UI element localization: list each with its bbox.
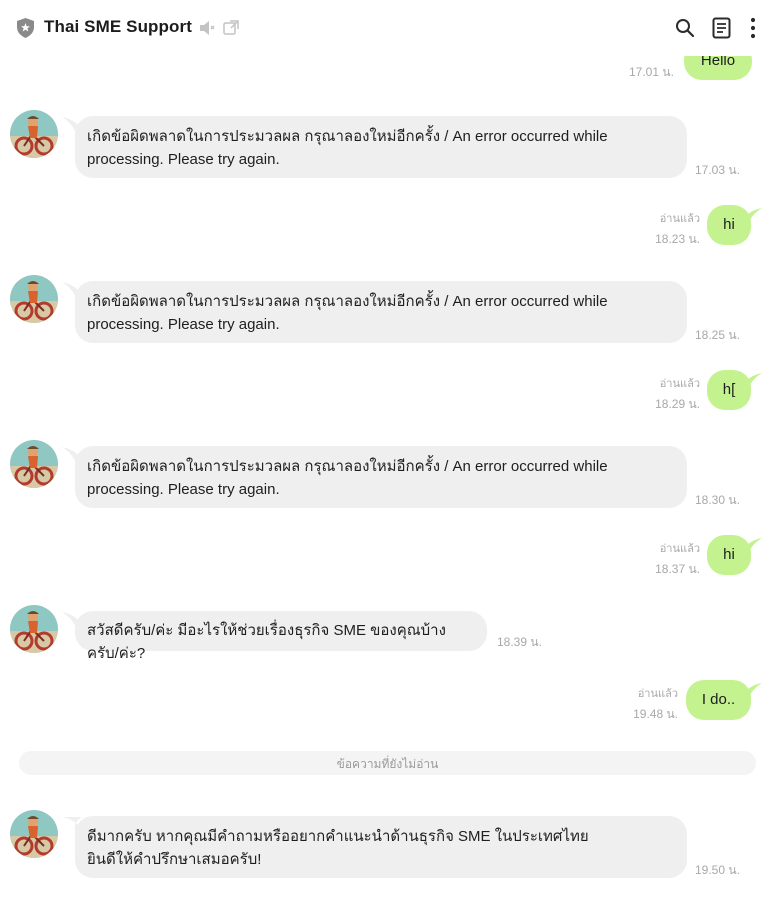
read-status: อ่านแล้ว [659,378,700,390]
chat-area: Hello 17.01 น. เกิดข้อผิดพลาดในการประมวล… [0,0,762,899]
message-text: สวัสดีครับ/ค่ะ มีอะไรให้ช่วยเรื่องธุรกิจ… [87,622,446,662]
read-status: อ่านแล้ว [659,543,700,555]
notes-icon[interactable] [712,17,731,39]
avatar[interactable] [10,440,58,488]
avatar-image [10,605,58,653]
unread-divider: ข้อความที่ยังไม่อ่าน [19,751,756,775]
avatar[interactable] [10,275,58,323]
message-time: 18.30 น. [695,493,740,507]
avatar[interactable] [10,810,58,858]
external-window-icon[interactable] [222,19,240,37]
avatar-image [10,275,58,323]
message-text-line: เกิดข้อผิดพลาดในการประมวลผล กรุณาลองใหม่… [87,293,608,310]
bubble-tail [742,683,762,699]
message-time: 19.50 น. [695,863,740,877]
message-bubble-incoming[interactable]: เกิดข้อผิดพลาดในการประมวลผล กรุณาลองใหม่… [75,446,687,508]
message-bubble-incoming[interactable]: เกิดข้อผิดพลาดในการประมวลผล กรุณาลองใหม่… [75,281,687,343]
message-text-line: processing. Please try again. [87,481,280,498]
message-time: 17.01 น. [629,65,674,79]
message-bubble-incoming[interactable]: เกิดข้อผิดพลาดในการประมวลผล กรุณาลองใหม่… [75,116,687,178]
message-text: I do.. [701,691,736,708]
chat-header: Thai SME Support [0,0,762,56]
message-text: hi [723,546,735,563]
bubble-tail [742,538,762,554]
message-text-line: processing. Please try again. [87,151,280,168]
avatar-image [10,810,58,858]
message-text-line: เกิดข้อผิดพลาดในการประมวลผล กรุณาลองใหม่… [87,128,608,145]
message-time: 18.29 น. [655,397,700,411]
avatar[interactable] [10,605,58,653]
avatar[interactable] [10,110,58,158]
message-text-line: processing. Please try again. [87,316,280,333]
message-text-line: ดีมากครับ หากคุณมีคำถามหรืออยากคำแนะนำด้… [87,828,589,845]
message-bubble-incoming[interactable]: สวัสดีครับ/ค่ะ มีอะไรให้ช่วยเรื่องธุรกิจ… [75,611,487,662]
search-icon[interactable] [675,18,695,38]
message-time: 18.25 น. [695,328,740,342]
bubble-tail [742,208,762,224]
message-text-line: ยินดีให้คำปรึกษาเสมอครับ! [87,851,262,868]
shield-icon [17,18,34,38]
message-time: 17.03 น. [695,163,740,177]
message-time: 18.23 น. [655,232,700,246]
mute-speaker-icon[interactable] [199,20,216,36]
bubble-tail [742,373,762,389]
message-time: 18.39 น. [497,635,542,649]
message-text: h[ [722,381,736,398]
read-status: อ่านแล้ว [659,213,700,225]
avatar-image [10,440,58,488]
message-bubble-incoming[interactable]: ดีมากครับ หากคุณมีคำถามหรืออยากคำแนะนำด้… [75,816,687,878]
message-text-line: เกิดข้อผิดพลาดในการประมวลผล กรุณาลองใหม่… [87,458,608,475]
more-vert-icon[interactable] [749,17,757,39]
message-time: 18.37 น. [655,562,700,576]
page-title: Thai SME Support [44,17,192,36]
message-text: hi [723,216,735,233]
message-meta: อ่านแล้ว 18.23 น. [655,209,700,249]
message-meta: อ่านแล้ว 18.29 น. [655,374,700,414]
avatar-image [10,110,58,158]
message-meta: อ่านแล้ว 18.37 น. [655,539,700,579]
unread-divider-label: ข้อความที่ยังไม่อ่าน [336,757,439,771]
message-time: 19.48 น. [633,707,678,721]
message-meta: อ่านแล้ว 19.48 น. [633,684,678,724]
read-status: อ่านแล้ว [637,688,678,700]
